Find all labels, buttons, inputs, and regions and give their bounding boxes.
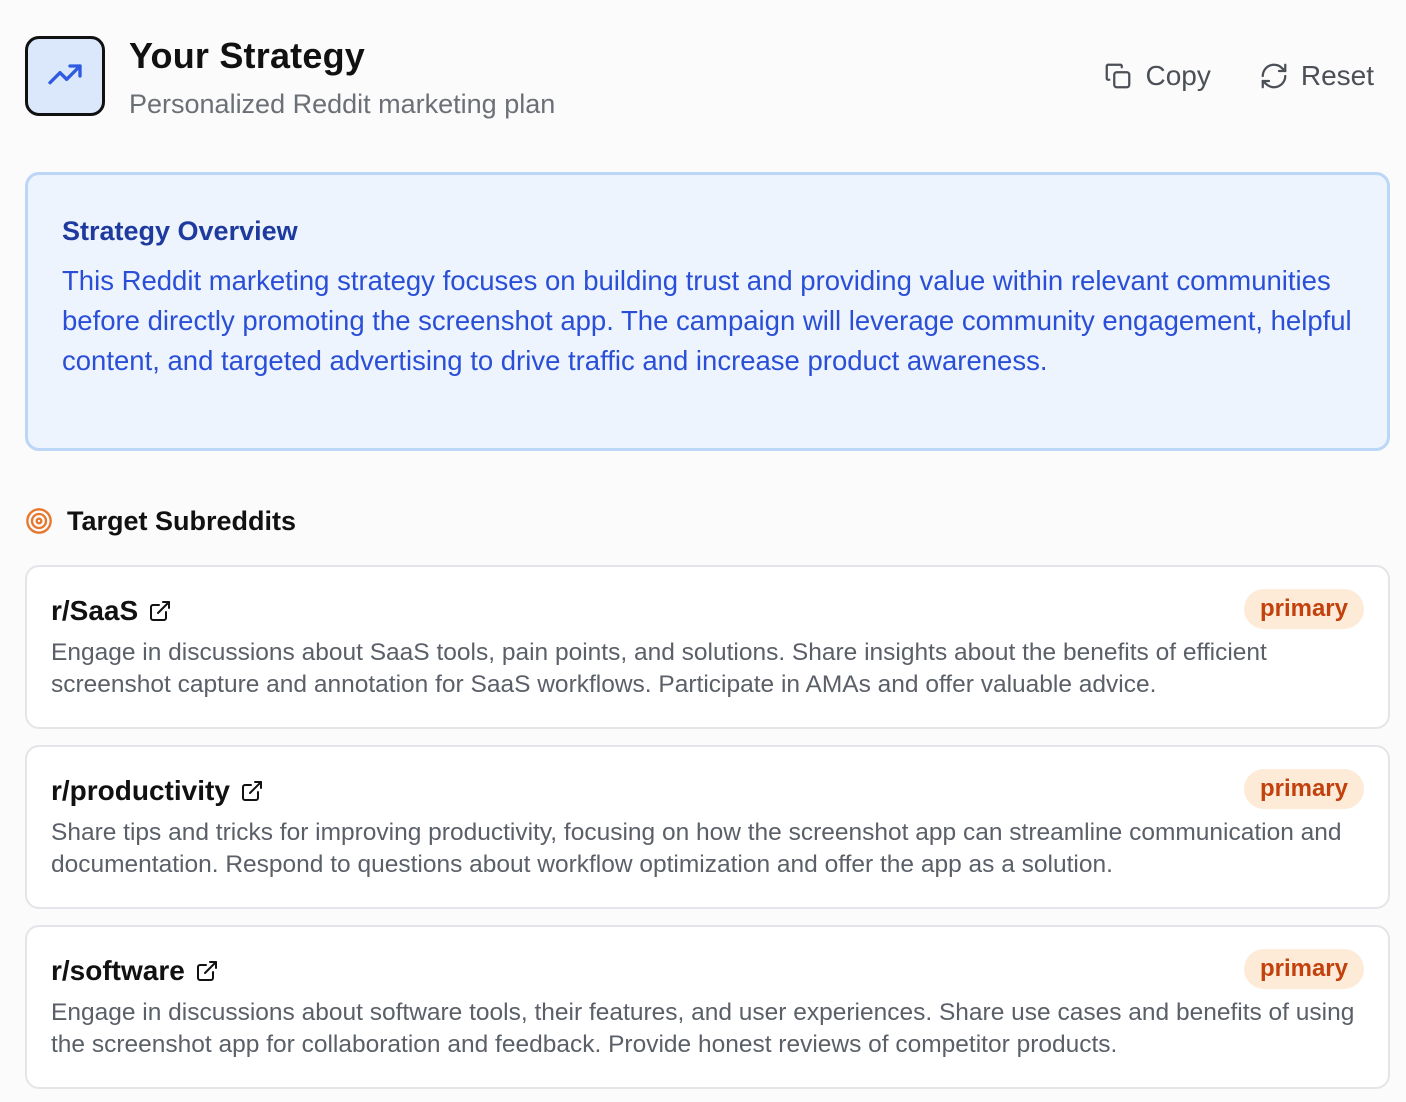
external-link-icon[interactable]	[195, 959, 219, 983]
priority-badge: primary	[1243, 589, 1364, 629]
subreddit-list: r/SaaS primary Engage in discussions abo…	[25, 565, 1390, 1089]
subreddit-description: Engage in discussions about SaaS tools, …	[51, 639, 1267, 698]
subreddit-card: r/productivity primary Share tips and tr…	[25, 745, 1390, 909]
subreddit-name-link[interactable]: r/SaaS	[51, 595, 138, 627]
subreddit-card-head: r/software	[51, 951, 1364, 991]
priority-badge: primary	[1243, 949, 1364, 989]
copy-label: Copy	[1145, 60, 1211, 91]
subreddit-card: r/SaaS primary Engage in discussions abo…	[25, 565, 1390, 729]
subreddit-description: Share tips and tricks for improving prod…	[51, 819, 1342, 878]
trending-up-icon	[48, 64, 82, 85]
external-link-icon[interactable]	[240, 779, 264, 803]
reset-button[interactable]: Reset	[1244, 56, 1389, 96]
overview-text: This Reddit marketing strategy focuses o…	[62, 265, 1352, 376]
strategy-header: Your Strategy Personalized Reddit market…	[25, 0, 1389, 172]
subreddit-name-link[interactable]: r/software	[51, 955, 185, 987]
subreddit-description: Engage in discussions about software too…	[51, 999, 1355, 1058]
target-icon	[26, 508, 52, 534]
title-block: Your Strategy Personalized Reddit market…	[129, 36, 555, 120]
copy-button[interactable]: Copy	[1088, 56, 1225, 96]
subreddit-card-head: r/SaaS	[51, 591, 1364, 631]
subreddit-card-head: r/productivity	[51, 771, 1364, 811]
page-title: Your Strategy	[129, 35, 365, 76]
page-subtitle: Personalized Reddit marketing plan	[129, 89, 556, 119]
external-link-icon[interactable]	[148, 599, 172, 623]
refresh-icon	[1261, 63, 1287, 89]
strategy-logo	[25, 36, 105, 116]
copy-icon	[1106, 63, 1131, 89]
priority-badge: primary	[1243, 769, 1364, 809]
overview-title: Strategy Overview	[62, 216, 298, 246]
subreddit-name-link[interactable]: r/productivity	[51, 775, 230, 807]
section-title: Target Subreddits	[67, 505, 297, 536]
strategy-page: Your Strategy Personalized Reddit market…	[0, 0, 1406, 1102]
target-subreddits-heading: Target Subreddits	[25, 503, 1389, 539]
subreddit-card: r/software primary Engage in discussions…	[25, 925, 1390, 1089]
header-actions: Copy Reset	[1070, 56, 1389, 96]
reset-label: Reset	[1300, 60, 1374, 91]
strategy-overview-panel: Strategy Overview This Reddit marketing …	[25, 172, 1390, 451]
